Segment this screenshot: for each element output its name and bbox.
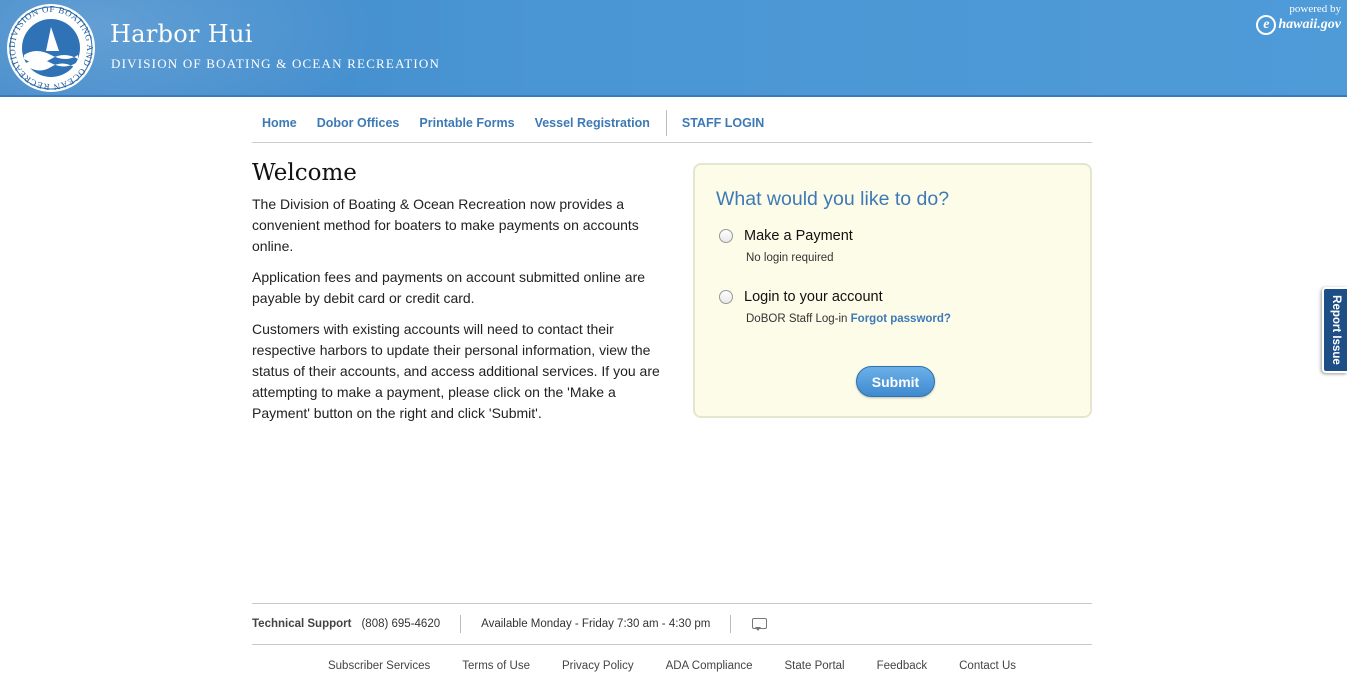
nav-home[interactable]: Home bbox=[252, 110, 307, 136]
support-divider bbox=[730, 615, 732, 633]
login-account-option[interactable]: Login to your account bbox=[719, 289, 883, 305]
site-header: DIVISION OF BOATING AND OCEAN RECREATION… bbox=[0, 0, 1347, 97]
support-label: Technical Support bbox=[252, 618, 352, 630]
submit-button[interactable]: Submit bbox=[856, 366, 935, 397]
report-issue-tab[interactable]: Report Issue bbox=[1322, 287, 1347, 373]
welcome-paragraph: Customers with existing accounts will ne… bbox=[252, 321, 660, 421]
nav-staff-login[interactable]: STAFF LOGIN bbox=[672, 110, 774, 136]
footer-feedback[interactable]: Feedback bbox=[861, 660, 944, 672]
login-account-radio[interactable] bbox=[719, 290, 733, 304]
ehawaii-logo: e hawaii.gov bbox=[1256, 15, 1341, 35]
report-issue-label: Report Issue bbox=[1329, 295, 1342, 365]
footer-privacy-policy[interactable]: Privacy Policy bbox=[546, 660, 650, 672]
footer-terms-of-use[interactable]: Terms of Use bbox=[446, 660, 546, 672]
nav-dobor-offices[interactable]: Dobor Offices bbox=[307, 110, 410, 136]
footer-ada-compliance[interactable]: ADA Compliance bbox=[650, 660, 769, 672]
footer-links: Subscriber Services Terms of Use Privacy… bbox=[252, 660, 1092, 672]
nav-vessel-registration[interactable]: Vessel Registration bbox=[525, 110, 660, 136]
footer-subscriber-services[interactable]: Subscriber Services bbox=[312, 660, 446, 672]
make-payment-label[interactable]: Make a Payment bbox=[744, 228, 853, 244]
welcome-paragraph: Application fees and payments on account… bbox=[252, 269, 646, 306]
ehawaii-brand-text: hawaii.gov bbox=[1278, 17, 1341, 32]
make-payment-option[interactable]: Make a Payment bbox=[719, 228, 853, 244]
powered-by-ehawaii[interactable]: powered by e hawaii.gov bbox=[1256, 3, 1341, 35]
technical-support-bar: Technical Support (808) 695-4620 Availab… bbox=[252, 603, 1092, 645]
dobor-seal-logo[interactable]: DIVISION OF BOATING AND OCEAN RECREATION bbox=[6, 3, 96, 93]
support-hours: Available Monday - Friday 7:30 am - 4:30… bbox=[481, 618, 711, 630]
support-phone[interactable]: (808) 695-4620 bbox=[361, 618, 440, 630]
main-nav: Home Dobor Offices Printable Forms Vesse… bbox=[252, 104, 1092, 143]
footer-state-portal[interactable]: State Portal bbox=[769, 660, 861, 672]
welcome-section: Welcome The Division of Boating & Ocean … bbox=[252, 160, 662, 434]
powered-by-text: powered by bbox=[1289, 3, 1341, 15]
footer-contact-us[interactable]: Contact Us bbox=[943, 660, 1032, 672]
ehawaii-e-icon: e bbox=[1256, 15, 1277, 35]
login-account-hint: DoBOR Staff Log-in Forgot password? bbox=[746, 313, 951, 325]
make-payment-hint: No login required bbox=[746, 252, 834, 264]
chat-icon[interactable] bbox=[751, 617, 768, 631]
staff-login-hint: DoBOR Staff Log-in bbox=[746, 313, 848, 325]
support-divider bbox=[460, 615, 462, 633]
welcome-heading: Welcome bbox=[252, 160, 357, 186]
make-payment-radio[interactable] bbox=[719, 229, 733, 243]
welcome-paragraph: The Division of Boating & Ocean Recreati… bbox=[252, 196, 639, 254]
action-box-heading: What would you like to do? bbox=[716, 188, 950, 210]
site-title: Harbor Hui bbox=[110, 20, 253, 48]
nav-printable-forms[interactable]: Printable Forms bbox=[409, 110, 524, 136]
site-subtitle: DIVISION OF BOATING & OCEAN RECREATION bbox=[111, 56, 441, 71]
forgot-password-link[interactable]: Forgot password? bbox=[851, 313, 951, 325]
nav-divider bbox=[665, 110, 667, 136]
login-account-label[interactable]: Login to your account bbox=[744, 289, 883, 305]
action-box: What would you like to do? Make a Paymen… bbox=[693, 163, 1092, 418]
